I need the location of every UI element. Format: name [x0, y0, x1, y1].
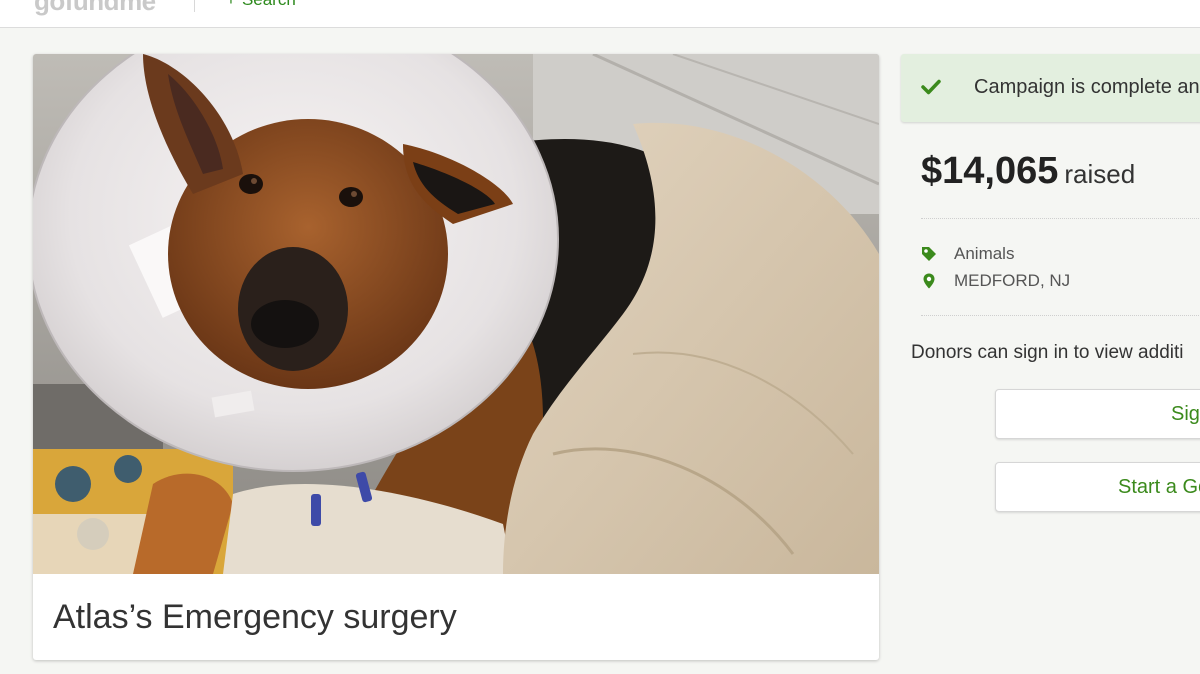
campaign-hero-image: [33, 54, 879, 574]
checkmark-icon: [921, 79, 941, 95]
divider-top: [921, 218, 1200, 219]
campaign-title: Atlas’s Emergency surgery: [53, 598, 457, 636]
amount-raised-value: $14,065: [921, 150, 1059, 192]
donors-note: Donors can sign in to view additi: [911, 342, 1184, 363]
map-pin-icon: [923, 273, 935, 289]
sign-in-button[interactable]: Sign: [995, 389, 1200, 439]
amount-raised-label: raised: [1064, 159, 1136, 189]
topbar-divider: [194, 0, 195, 12]
search-label: Search: [242, 0, 296, 9]
campaign-status-text: Campaign is complete and: [974, 76, 1200, 98]
gofundme-logo[interactable]: gofundme: [34, 0, 156, 17]
category-label: Animals: [954, 244, 1015, 263]
location-label: MEDFORD, NJ: [954, 271, 1071, 290]
sign-in-label: Sign: [1171, 403, 1200, 425]
tag-icon: [922, 247, 936, 261]
campaign-status-banner: Campaign is complete and: [901, 54, 1200, 122]
start-gofundme-button[interactable]: Start a Go: [995, 462, 1200, 512]
plus-icon: +: [226, 0, 236, 9]
campaign-card: Atlas’s Emergency surgery: [33, 54, 879, 660]
amount-raised: $14,065 raised: [921, 150, 1135, 193]
divider-bottom: [921, 315, 1200, 316]
top-bar: gofundme + Search: [0, 0, 1200, 28]
start-gofundme-label: Start a Go: [1118, 476, 1200, 498]
search-link[interactable]: + Search: [226, 0, 296, 10]
